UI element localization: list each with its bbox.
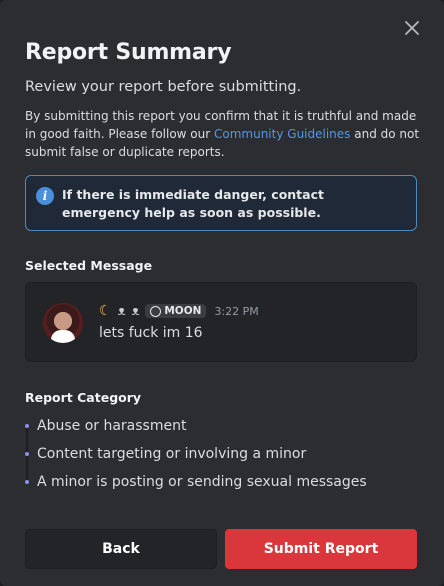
category-item: Abuse or harassment bbox=[25, 412, 425, 456]
category-item-label: Content targeting or involving a minor bbox=[37, 446, 307, 462]
category-item: Content targeting or involving a minor bbox=[25, 440, 425, 484]
message-timestamp: 3:22 PM bbox=[214, 304, 259, 318]
report-category-list: Abuse or harassment Content targeting or… bbox=[25, 412, 425, 496]
close-icon bbox=[405, 21, 419, 35]
bullet-dot-icon bbox=[25, 480, 29, 484]
category-item-label: Abuse or harassment bbox=[37, 418, 187, 434]
bat-icon: ᴥ bbox=[131, 304, 140, 319]
report-summary-dialog: Report Summary Review your report before… bbox=[0, 0, 444, 586]
message-header: ☾ ᴥ ᴥ MOON 3:22 PM bbox=[99, 303, 259, 319]
moon-tag-icon bbox=[150, 305, 162, 317]
dialog-subtitle: Review your report before submitting. bbox=[25, 79, 302, 95]
community-guidelines-link[interactable]: Community Guidelines bbox=[214, 127, 350, 141]
dialog-title: Report Summary bbox=[25, 40, 232, 65]
close-button[interactable] bbox=[400, 16, 424, 40]
bat-icon: ᴥ bbox=[117, 304, 126, 319]
category-item-label: A minor is posting or sending sexual mes… bbox=[37, 474, 367, 490]
selected-message-label: Selected Message bbox=[25, 258, 153, 273]
emergency-info-box: i If there is immediate danger, contact … bbox=[25, 175, 417, 231]
avatar bbox=[43, 303, 83, 343]
disclaimer-text: By submitting this report you confirm th… bbox=[25, 107, 425, 161]
server-tag-badge[interactable]: MOON bbox=[145, 304, 207, 318]
message-content: lets fuck im 16 bbox=[99, 325, 203, 341]
server-tag-label: MOON bbox=[164, 305, 202, 317]
selected-message-card: ☾ ᴥ ᴥ MOON 3:22 PM lets fuck im 16 bbox=[25, 282, 417, 362]
back-button[interactable]: Back bbox=[25, 529, 217, 569]
emergency-info-text: If there is immediate danger, contact em… bbox=[62, 187, 324, 220]
category-item: A minor is posting or sending sexual mes… bbox=[25, 468, 425, 496]
submit-report-button[interactable]: Submit Report bbox=[225, 529, 417, 569]
report-category-label: Report Category bbox=[25, 390, 142, 405]
crescent-moon-icon: ☾ bbox=[99, 303, 112, 319]
info-icon: i bbox=[36, 187, 54, 205]
